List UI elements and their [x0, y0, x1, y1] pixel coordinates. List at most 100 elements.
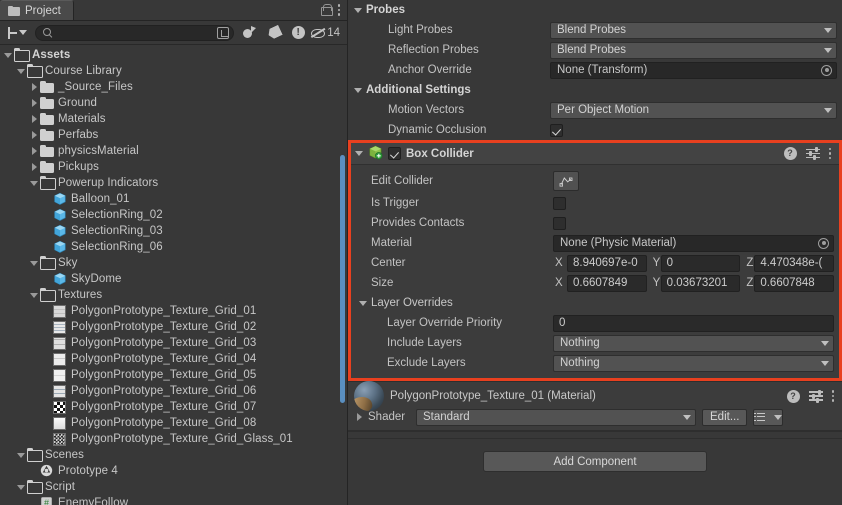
anchor-override-field[interactable]: None (Transform): [550, 61, 837, 79]
eye-off-icon: [310, 27, 326, 38]
tree-disclosure-triangle[interactable]: [28, 79, 40, 95]
tree-item[interactable]: PolygonPrototype_Texture_Grid_02: [0, 319, 347, 335]
preset-icon[interactable]: [805, 147, 820, 160]
tree-disclosure-triangle[interactable]: [28, 127, 40, 143]
tab-project[interactable]: Project: [0, 0, 74, 20]
light-probes-dropdown[interactable]: Blend Probes: [550, 21, 837, 39]
tree-item[interactable]: Balloon_01: [0, 191, 347, 207]
tree-item[interactable]: PolygonPrototype_Texture_Grid_01: [0, 303, 347, 319]
box-collider-header[interactable]: Box Collider: [351, 143, 839, 165]
label-filter-button[interactable]: [262, 23, 286, 43]
favorite-filter-button[interactable]: [238, 23, 262, 43]
size-z-input[interactable]: 0.6607848: [754, 274, 835, 292]
tree-item[interactable]: SkyDome: [0, 271, 347, 287]
tree-item[interactable]: Prototype 4: [0, 463, 347, 479]
edit-collider-button[interactable]: [553, 171, 579, 191]
is-trigger-checkbox[interactable]: [553, 196, 566, 210]
inspector-panel: Probes Light Probes Blend Probes Reflect…: [348, 0, 842, 505]
kebab-menu-icon[interactable]: [337, 4, 340, 16]
tree-disclosure-triangle[interactable]: [28, 95, 40, 111]
tree-item[interactable]: PolygonPrototype_Texture_Grid_04: [0, 351, 347, 367]
tree-item[interactable]: Script: [0, 479, 347, 495]
tree-disclosure-triangle[interactable]: [15, 479, 27, 495]
add-component-button[interactable]: Add Component: [483, 451, 707, 472]
shader-dropdown[interactable]: Standard: [416, 408, 696, 426]
dynamic-occlusion-checkbox[interactable]: [550, 123, 563, 137]
tree-item[interactable]: PolygonPrototype_Texture_Grid_05: [0, 367, 347, 383]
center-x-input[interactable]: 8.940697e-0: [567, 254, 647, 272]
tree-item-label: Textures: [58, 289, 103, 301]
search-input[interactable]: [56, 26, 214, 39]
tree-item-label: _Source_Files: [58, 81, 133, 93]
tree-disclosure-triangle[interactable]: [28, 143, 40, 159]
exclude-layers-dropdown[interactable]: Nothing: [553, 354, 834, 372]
tree-disclosure-triangle[interactable]: [15, 63, 27, 79]
preset-icon[interactable]: [808, 389, 823, 403]
center-z-input[interactable]: 4.470348e-(: [754, 254, 835, 272]
box-collider-enabled-checkbox[interactable]: [388, 147, 401, 160]
tree-item[interactable]: Sky: [0, 255, 347, 271]
tree-item[interactable]: PolygonPrototype_Texture_Grid_07: [0, 399, 347, 415]
project-scrollbar[interactable]: [340, 155, 345, 403]
tree-item[interactable]: physicsMaterial: [0, 143, 347, 159]
tree-item[interactable]: PolygonPrototype_Texture_Grid_06: [0, 383, 347, 399]
tree-item[interactable]: Scenes: [0, 447, 347, 463]
asset-tree[interactable]: Assets Course Library _Source_Files Ground M…: [0, 45, 347, 505]
help-icon[interactable]: [786, 389, 800, 403]
layer-override-priority-input[interactable]: 0: [553, 314, 834, 332]
error-filter-button[interactable]: [286, 23, 310, 43]
center-y-input[interactable]: 0: [660, 254, 741, 272]
search-box[interactable]: [35, 24, 235, 41]
tree-item[interactable]: Course Library: [0, 63, 347, 79]
tree-item[interactable]: Powerup Indicators: [0, 175, 347, 191]
tree-item[interactable]: Assets: [0, 47, 347, 63]
tree-disclosure-triangle[interactable]: [15, 447, 27, 463]
tree-disclosure-triangle[interactable]: [2, 47, 14, 63]
object-picker-icon[interactable]: [821, 64, 832, 76]
additional-settings-foldout[interactable]: Additional Settings: [348, 80, 842, 100]
tree-item[interactable]: _Source_Files: [0, 79, 347, 95]
tree-disclosure-triangle[interactable]: [28, 255, 40, 271]
tree-item[interactable]: SelectionRing_03: [0, 223, 347, 239]
expand-search-icon[interactable]: [217, 26, 230, 39]
layer-overrides-foldout[interactable]: Layer Overrides: [351, 293, 839, 313]
tree-disclosure-triangle[interactable]: [28, 287, 40, 303]
probes-foldout[interactable]: Probes: [348, 0, 842, 20]
motion-vectors-dropdown[interactable]: Per Object Motion: [550, 101, 837, 119]
create-asset-button[interactable]: [4, 26, 31, 39]
material-title: PolygonPrototype_Texture_01 (Material): [390, 390, 596, 402]
kebab-menu-icon[interactable]: [828, 147, 831, 160]
tree-item[interactable]: PolygonPrototype_Texture_Grid_Glass_01: [0, 431, 347, 447]
size-y-input[interactable]: 0.03673201: [660, 274, 741, 292]
tree-item[interactable]: Ground: [0, 95, 347, 111]
tree-item[interactable]: SelectionRing_02: [0, 207, 347, 223]
include-layers-dropdown[interactable]: Nothing: [553, 334, 834, 352]
hidden-assets-toggle[interactable]: 14: [310, 27, 343, 39]
reflection-probes-value: Blend Probes: [557, 44, 627, 56]
tree-item[interactable]: SelectionRing_06: [0, 239, 347, 255]
tree-item[interactable]: Pickups: [0, 159, 347, 175]
chevron-right-icon[interactable]: [357, 413, 362, 421]
shader-list-button[interactable]: [753, 408, 784, 426]
size-x-input[interactable]: 0.6607849: [567, 274, 647, 292]
tree-item[interactable]: Textures: [0, 287, 347, 303]
kebab-menu-icon[interactable]: [831, 390, 834, 402]
tree-item[interactable]: Perfabs: [0, 127, 347, 143]
tree-disclosure-triangle[interactable]: [28, 175, 40, 191]
folder-closed-icon: [40, 80, 54, 94]
lock-icon[interactable]: [320, 4, 333, 16]
tree-disclosure-triangle[interactable]: [28, 111, 40, 127]
chevron-down-icon[interactable]: [355, 151, 363, 156]
tree-item[interactable]: Materials: [0, 111, 347, 127]
tree-item[interactable]: # EnemyFollow: [0, 495, 347, 505]
tree-item[interactable]: PolygonPrototype_Texture_Grid_08: [0, 415, 347, 431]
provides-contacts-checkbox[interactable]: [553, 216, 566, 230]
object-picker-icon[interactable]: [818, 237, 829, 249]
tree-disclosure-triangle[interactable]: [28, 159, 40, 175]
reflection-probes-dropdown[interactable]: Blend Probes: [550, 41, 837, 59]
edit-shader-button[interactable]: Edit...: [702, 408, 748, 426]
help-icon[interactable]: [783, 147, 797, 160]
physic-material-field[interactable]: None (Physic Material): [553, 234, 834, 252]
tree-item[interactable]: PolygonPrototype_Texture_Grid_03: [0, 335, 347, 351]
exclude-layers-row: Exclude Layers Nothing: [351, 353, 839, 373]
